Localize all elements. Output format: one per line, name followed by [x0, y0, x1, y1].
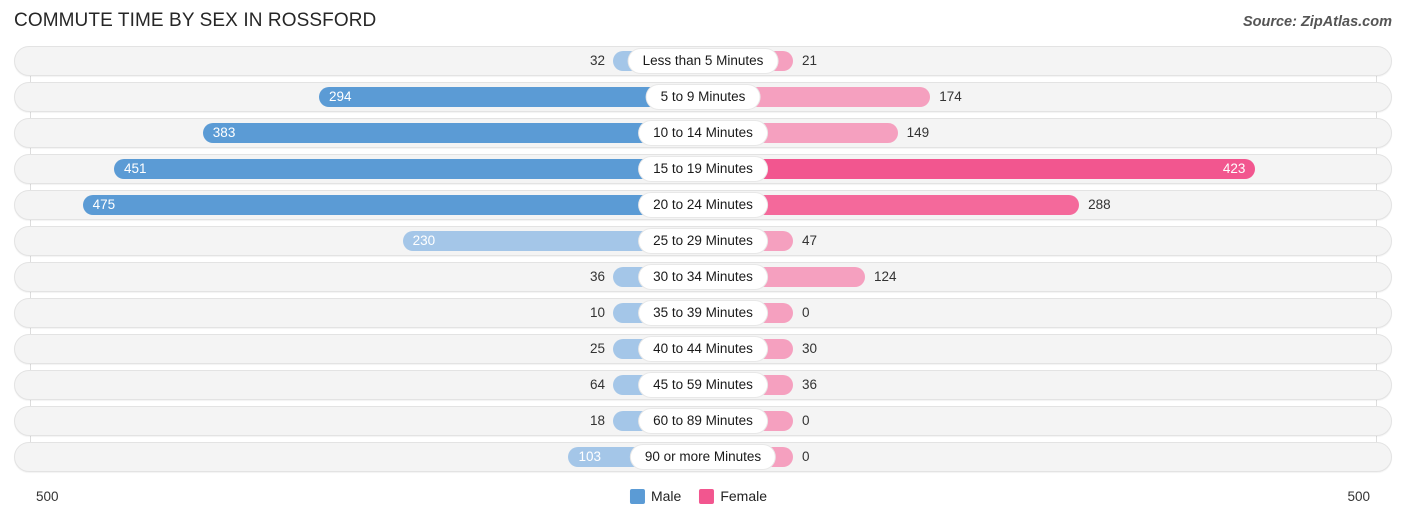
category-label: 20 to 24 Minutes	[639, 193, 767, 217]
bar-value-female: 36	[802, 377, 818, 392]
source-attribution: Source: ZipAtlas.com	[1242, 14, 1392, 30]
bar-value-female: 288	[1088, 197, 1111, 212]
bar-value-male: 10	[589, 305, 605, 320]
chart-plot-area: 32 21 Less than 5 Minutes 294 174 5 to 9 Minu…	[0, 46, 1406, 478]
category-label: 30 to 34 Minutes	[639, 265, 767, 289]
bar-value-male: 32	[589, 53, 605, 68]
category-label: 15 to 19 Minutes	[639, 157, 767, 181]
bar-value-female: 0	[802, 413, 810, 428]
chart-legend: Male Female	[629, 488, 776, 504]
bar-male[interactable]	[113, 159, 703, 179]
bar-row: 18 0 60 to 89 Minutes	[0, 406, 1406, 436]
bar-value-female: 124	[873, 269, 897, 284]
bar-value-male: 18	[589, 413, 605, 428]
bar-row: 36 124 30 to 34 Minutes	[0, 262, 1406, 292]
bar-value-female: 0	[802, 305, 810, 320]
bar-value-male: 36	[589, 269, 605, 284]
bar-value-female: 47	[802, 233, 818, 248]
category-label: 90 or more Minutes	[630, 445, 776, 469]
bar-female[interactable]	[703, 159, 1256, 179]
legend-item[interactable]: Female	[699, 488, 767, 504]
chart-footer: 500 500 Male Female	[0, 483, 1406, 523]
bar-male[interactable]	[319, 87, 703, 107]
bar-value-male: 451	[123, 161, 147, 176]
bar-row: 451 423 15 to 19 Minutes	[0, 154, 1406, 184]
bar-value-male: 103	[578, 449, 601, 464]
bar-row: 10 0 35 to 39 Minutes	[0, 298, 1406, 328]
legend-label: Male	[650, 488, 682, 504]
bar-value-male: 383	[212, 125, 236, 140]
bar-value-male: 230	[412, 233, 436, 248]
category-label: 40 to 44 Minutes	[639, 337, 767, 361]
bar-value-female: 21	[802, 53, 818, 68]
bar-value-female: 423	[1222, 161, 1246, 176]
category-label: 60 to 89 Minutes	[639, 409, 767, 433]
bar-row: 25 30 40 to 44 Minutes	[0, 334, 1406, 364]
bar-row: 383 149 10 to 14 Minutes	[0, 118, 1406, 148]
legend-swatch-icon	[699, 488, 715, 504]
category-label: 45 to 59 Minutes	[639, 373, 767, 397]
bar-row: 294 174 5 to 9 Minutes	[0, 82, 1406, 112]
chart-header: COMMUTE TIME BY SEX IN ROSSFORD Source: …	[0, 0, 1406, 44]
category-label: 25 to 29 Minutes	[639, 229, 767, 253]
bar-male[interactable]	[82, 195, 703, 215]
bar-rows-container: 32 21 Less than 5 Minutes 294 174 5 to 9 Minu…	[0, 46, 1406, 478]
bar-value-male: 475	[92, 197, 116, 212]
bar-row: 475 288 20 to 24 Minutes	[0, 190, 1406, 220]
bar-row: 103 0 90 or more Minutes	[0, 442, 1406, 472]
bar-value-female: 149	[906, 125, 930, 140]
bar-value-male: 64	[589, 377, 605, 392]
axis-label-right: 500	[1347, 489, 1370, 504]
bar-row: 230 47 25 to 29 Minutes	[0, 226, 1406, 256]
bar-value-male: 25	[589, 341, 605, 356]
category-label: 5 to 9 Minutes	[646, 85, 760, 109]
bar-value-female: 30	[802, 341, 818, 356]
category-label: Less than 5 Minutes	[628, 49, 778, 73]
bar-male[interactable]	[202, 123, 703, 143]
bar-value-female: 174	[939, 89, 962, 104]
bar-value-male: 294	[329, 89, 352, 104]
bar-row: 32 21 Less than 5 Minutes	[0, 46, 1406, 76]
axis-label-left: 500	[36, 489, 59, 504]
bar-row: 64 36 45 to 59 Minutes	[0, 370, 1406, 400]
category-label: 10 to 14 Minutes	[639, 121, 767, 145]
legend-item[interactable]: Male	[629, 488, 682, 504]
category-label: 35 to 39 Minutes	[639, 301, 767, 325]
bar-value-female: 0	[802, 449, 810, 464]
legend-swatch-icon	[629, 488, 645, 504]
legend-label: Female	[720, 488, 768, 504]
page-title: COMMUTE TIME BY SEX IN ROSSFORD	[14, 10, 377, 31]
